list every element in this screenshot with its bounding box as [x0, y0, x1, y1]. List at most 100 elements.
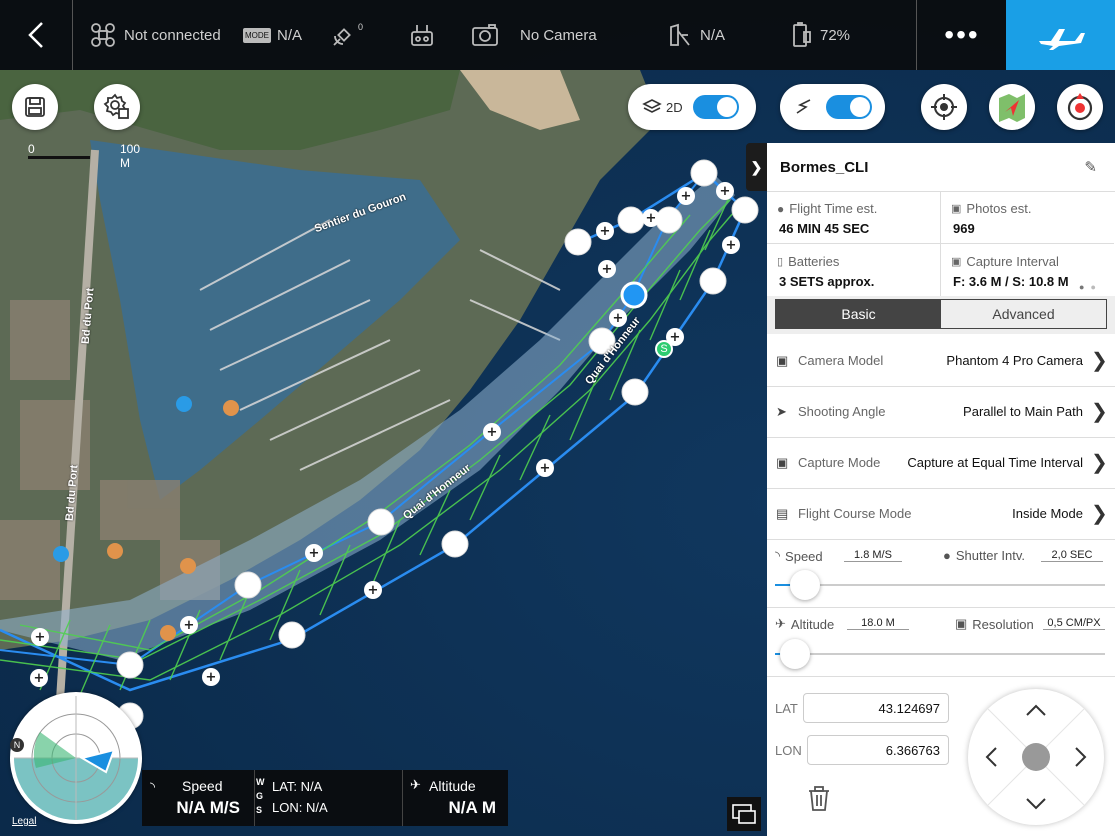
wgs-s: S: [256, 805, 263, 815]
edit-name-icon[interactable]: ✎: [1084, 158, 1097, 176]
lon-input[interactable]: 6.366763: [807, 735, 949, 765]
hud-speed-label: Speed: [182, 778, 223, 794]
toggle-2d-label: 2D: [666, 99, 683, 115]
camera-status[interactable]: No Camera: [472, 0, 597, 70]
svg-text:+: +: [34, 671, 45, 686]
collapse-panel-button[interactable]: ❯: [746, 143, 767, 191]
dpad-down-button[interactable]: [1024, 791, 1048, 815]
connection-status[interactable]: Not connected: [90, 0, 221, 70]
altitude-label-group: ✈ Altitude: [775, 616, 834, 632]
camera-icon: [472, 24, 498, 46]
divider: [767, 676, 1115, 677]
back-button[interactable]: [0, 0, 73, 70]
flight-course-mode-row[interactable]: ▤ Flight Course Mode Inside Mode ❯: [767, 488, 1115, 540]
resolution-label: Resolution: [972, 616, 1034, 632]
hud-altitude: ✈ Altitude N/A M: [402, 770, 508, 826]
delete-waypoint-button[interactable]: [807, 786, 831, 812]
svg-text:+: +: [600, 224, 611, 239]
scale-end: 100 M: [120, 142, 141, 170]
mission-settings-button[interactable]: [94, 84, 140, 130]
settings-gear-icon: [103, 93, 129, 119]
tab-advanced[interactable]: Advanced: [941, 300, 1106, 328]
map-2d-toggle[interactable]: 2D: [628, 84, 756, 130]
aircraft-battery-status[interactable]: N/A: [668, 0, 725, 70]
batteries-label: Batteries: [788, 254, 840, 269]
lat-input[interactable]: 43.124697: [803, 693, 949, 723]
mission-name[interactable]: Bormes_CLI: [780, 159, 1084, 176]
settings-tabs: Basic Advanced: [775, 299, 1107, 329]
svg-text:+: +: [681, 189, 692, 204]
shutter-value: 2,0 SEC: [1041, 549, 1103, 562]
waypoint-dpad: [968, 689, 1104, 825]
telemetry-bar: ◝ Speed N/A M/S W G S LAT: N/A LON: N/A …: [142, 770, 508, 826]
shooting-angle-row[interactable]: ➤ Shooting Angle Parallel to Main Path ❯: [767, 386, 1115, 438]
top-status-bar: Not connected MODE N/A 0 No Camera N/A 7…: [0, 0, 1115, 70]
map-scale: 0 100 M: [28, 142, 140, 170]
battery-small-icon: ▯: [777, 256, 784, 268]
dpad-right-button[interactable]: [1068, 745, 1092, 769]
camera-text: No Camera: [520, 26, 597, 44]
hud-altitude-label: Altitude: [429, 778, 476, 794]
altitude-slider-knob[interactable]: [779, 639, 810, 669]
mode-badge: MODE: [243, 27, 271, 43]
batteries-stat: ▯ Batteries 3 SETS approx.: [767, 244, 941, 296]
photos-stat: ▣ Photos est. 969: [941, 191, 1114, 244]
compass-orientation-button[interactable]: [1057, 84, 1103, 130]
capture-mode-label: Capture Mode: [798, 455, 881, 470]
path-display-switch[interactable]: [826, 95, 872, 119]
lon-label: LON: [775, 743, 802, 758]
flight-mode-status[interactable]: MODE N/A: [243, 0, 302, 70]
speed-label-group: ◝ Speed: [775, 548, 823, 564]
capture-interval-stat: ▣ Capture Interval F: 3.6 M / S: 10.8 M ●…: [941, 244, 1114, 296]
hud-lon: LON: N/A: [272, 800, 328, 815]
toggle-2d-switch[interactable]: [692, 95, 739, 119]
aircraft-radar[interactable]: N: [10, 692, 142, 824]
resolution-value: 0,5 CM/PX: [1043, 617, 1105, 630]
speed-slider[interactable]: [775, 584, 1105, 586]
speed-slider-knob[interactable]: [789, 570, 820, 600]
hud-lat: LAT: N/A: [272, 779, 323, 794]
save-mission-button[interactable]: [12, 84, 58, 130]
course-mode-icon: ▤: [776, 505, 789, 521]
shutter-label-group: ● Shutter Intv.: [943, 548, 1025, 563]
dpad-left-button[interactable]: [980, 745, 1004, 769]
camera-preview-toggle[interactable]: [727, 797, 761, 831]
fly-button[interactable]: [1006, 0, 1115, 70]
speed-icon: ◝: [775, 548, 781, 563]
capture-mode-icon: ▣: [776, 454, 789, 470]
chevron-down-icon: [1026, 798, 1046, 810]
speed-value[interactable]: 1.8 M/S: [844, 549, 902, 562]
gps-status[interactable]: 0: [332, 0, 363, 70]
svg-text:+: +: [309, 546, 320, 561]
remote-controller-status[interactable]: [410, 0, 442, 70]
altitude-value[interactable]: 18.0 M: [847, 617, 909, 630]
tab-basic[interactable]: Basic: [776, 300, 941, 328]
altitude-slider[interactable]: [775, 653, 1105, 655]
path-display-toggle[interactable]: [780, 84, 885, 130]
chevron-up-icon: [1026, 704, 1046, 716]
map-view-button[interactable]: [989, 84, 1035, 130]
mission-title-row: Bormes_CLI ✎: [767, 143, 1115, 192]
shutter-label: Shutter Intv.: [955, 548, 1025, 563]
chevron-left-icon: [985, 747, 997, 767]
capture-interval-value: F: 3.6 M / S: 10.8 M: [953, 274, 1069, 289]
dpad-center-button[interactable]: [1022, 743, 1050, 771]
hud-position: W G S LAT: N/A LON: N/A: [254, 770, 403, 826]
airplane-icon: [1038, 29, 1085, 50]
capture-mode-row[interactable]: ▣ Capture Mode Capture at Equal Time Int…: [767, 437, 1115, 489]
dpad-up-button[interactable]: [1024, 699, 1048, 723]
camera-small-icon: ▣: [776, 352, 789, 368]
legal-link[interactable]: Legal: [12, 816, 36, 827]
camera-model-row[interactable]: ▣ Camera Model Phantom 4 Pro Camera ❯: [767, 335, 1115, 387]
save-icon: [25, 97, 45, 117]
svg-text:+: +: [184, 618, 195, 633]
mission-settings-panel: Bormes_CLI ✎ ● Flight Time est. 46 MIN 45…: [767, 143, 1115, 836]
hud-speed: ◝ Speed N/A M/S: [142, 770, 255, 826]
start-marker[interactable]: S: [655, 340, 673, 358]
locate-aircraft-button[interactable]: [921, 84, 967, 130]
device-battery-status[interactable]: 72%: [790, 0, 850, 70]
map-navigation-icon: [999, 94, 1025, 122]
remote-controller-icon: [410, 23, 434, 47]
shooting-angle-value: Parallel to Main Path: [963, 404, 1083, 419]
more-options-button[interactable]: •••: [916, 0, 1007, 70]
